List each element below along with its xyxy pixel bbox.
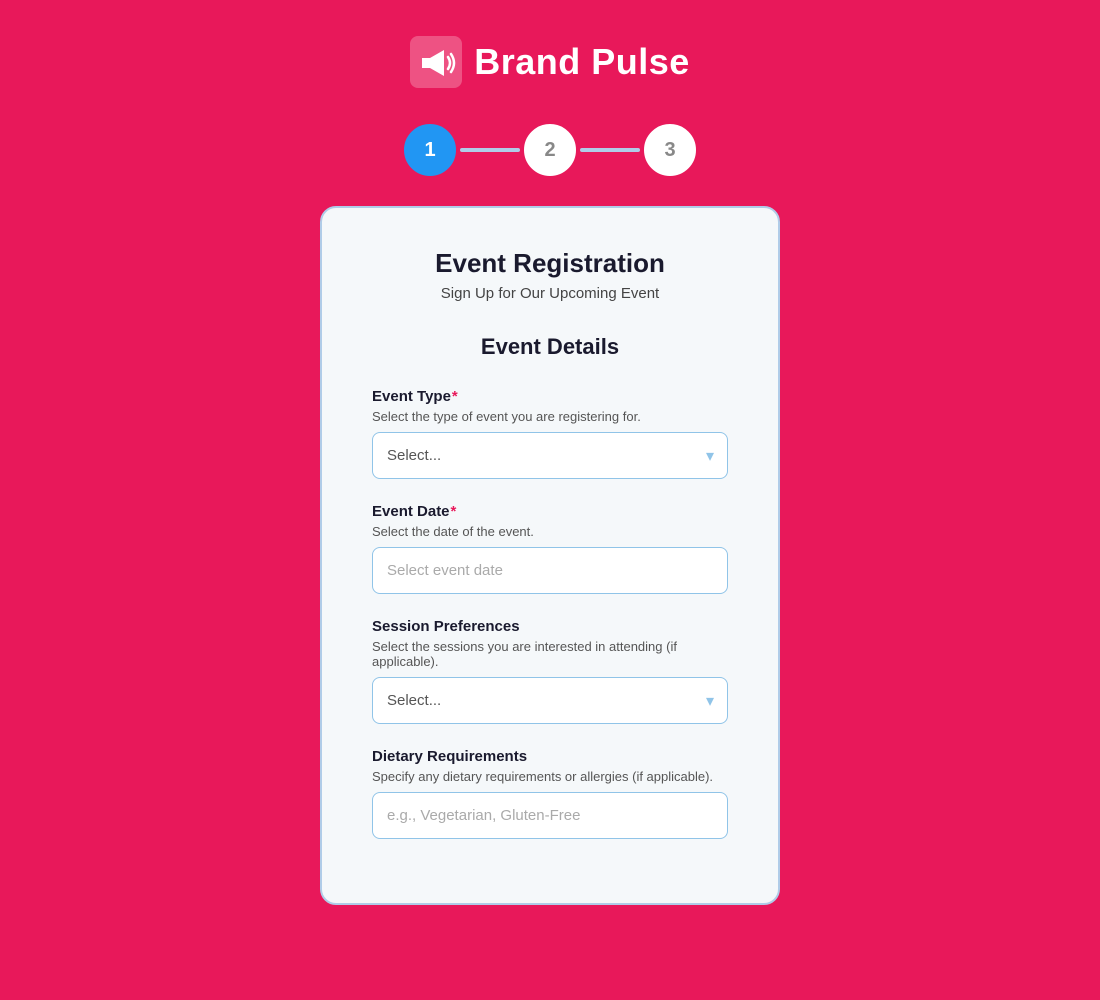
event-type-select[interactable]: Select... <box>372 432 728 479</box>
step-connector-1-2 <box>460 148 520 152</box>
step-connector-2-3 <box>580 148 640 152</box>
event-type-select-wrapper: Select... ▾ <box>372 432 728 479</box>
required-star: * <box>451 503 457 520</box>
step-indicator: 1 2 3 <box>404 124 696 176</box>
session-preferences-desc: Select the sessions you are interested i… <box>372 639 728 669</box>
step-2[interactable]: 2 <box>524 124 576 176</box>
event-type-label: Event Type* <box>372 388 728 405</box>
event-date-field: Event Date* Select the date of the event… <box>372 503 728 594</box>
form-title: Event Registration <box>372 248 728 279</box>
session-preferences-select-wrapper: Select... ▾ <box>372 677 728 724</box>
brand-name: Brand Pulse <box>474 41 690 83</box>
event-date-input[interactable] <box>372 547 728 594</box>
required-star: * <box>452 388 458 405</box>
dietary-requirements-label: Dietary Requirements <box>372 748 728 765</box>
form-card: Event Registration Sign Up for Our Upcom… <box>320 206 780 905</box>
dietary-requirements-input[interactable] <box>372 792 728 839</box>
session-preferences-select[interactable]: Select... <box>372 677 728 724</box>
brand-logo-icon <box>410 36 462 88</box>
event-date-desc: Select the date of the event. <box>372 524 728 539</box>
session-preferences-label: Session Preferences <box>372 618 728 635</box>
session-preferences-field: Session Preferences Select the sessions … <box>372 618 728 724</box>
step-1[interactable]: 1 <box>404 124 456 176</box>
header: Brand Pulse <box>410 36 690 88</box>
section-title: Event Details <box>372 334 728 360</box>
event-date-label: Event Date* <box>372 503 728 520</box>
event-type-field: Event Type* Select the type of event you… <box>372 388 728 479</box>
step-3[interactable]: 3 <box>644 124 696 176</box>
event-type-desc: Select the type of event you are registe… <box>372 409 728 424</box>
form-subtitle: Sign Up for Our Upcoming Event <box>372 285 728 302</box>
dietary-requirements-desc: Specify any dietary requirements or alle… <box>372 769 728 784</box>
dietary-requirements-field: Dietary Requirements Specify any dietary… <box>372 748 728 839</box>
